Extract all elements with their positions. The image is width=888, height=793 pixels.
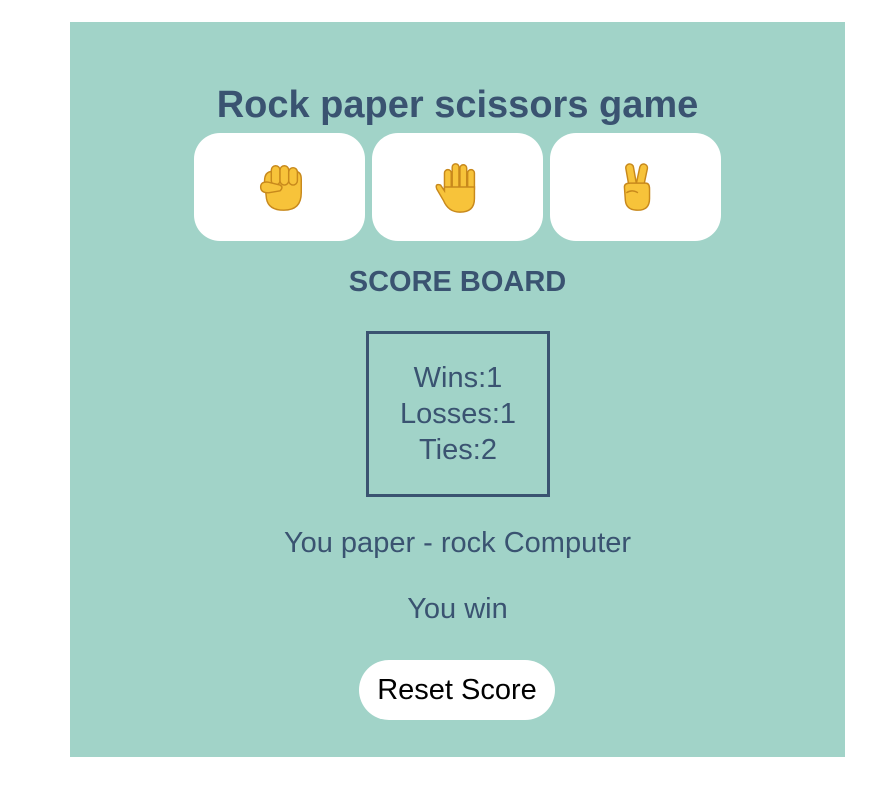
choice-buttons	[70, 133, 845, 241]
rock-button[interactable]	[194, 133, 365, 241]
ties-count: Ties:2	[419, 434, 497, 466]
reset-score-button[interactable]: Reset Score	[359, 660, 555, 720]
raised-hand-icon	[435, 163, 475, 213]
result-text: You win	[407, 593, 508, 625]
victory-hand-icon	[623, 163, 650, 211]
game-container: Rock paper scissors game SCORE BOARD Win…	[70, 22, 845, 757]
raised-fist-icon	[259, 165, 302, 211]
moves-text: You paper - rock Computer	[283, 527, 632, 559]
scoreboard-title: SCORE BOARD	[348, 266, 567, 298]
score-box: Wins:1 Losses:1 Ties:2	[366, 331, 550, 497]
wins-count: Wins:1	[413, 362, 503, 394]
paper-button[interactable]	[372, 133, 543, 241]
scissors-button[interactable]	[550, 133, 721, 241]
losses-count: Losses:1	[399, 398, 517, 430]
page-title: Rock paper scissors game	[216, 84, 699, 126]
